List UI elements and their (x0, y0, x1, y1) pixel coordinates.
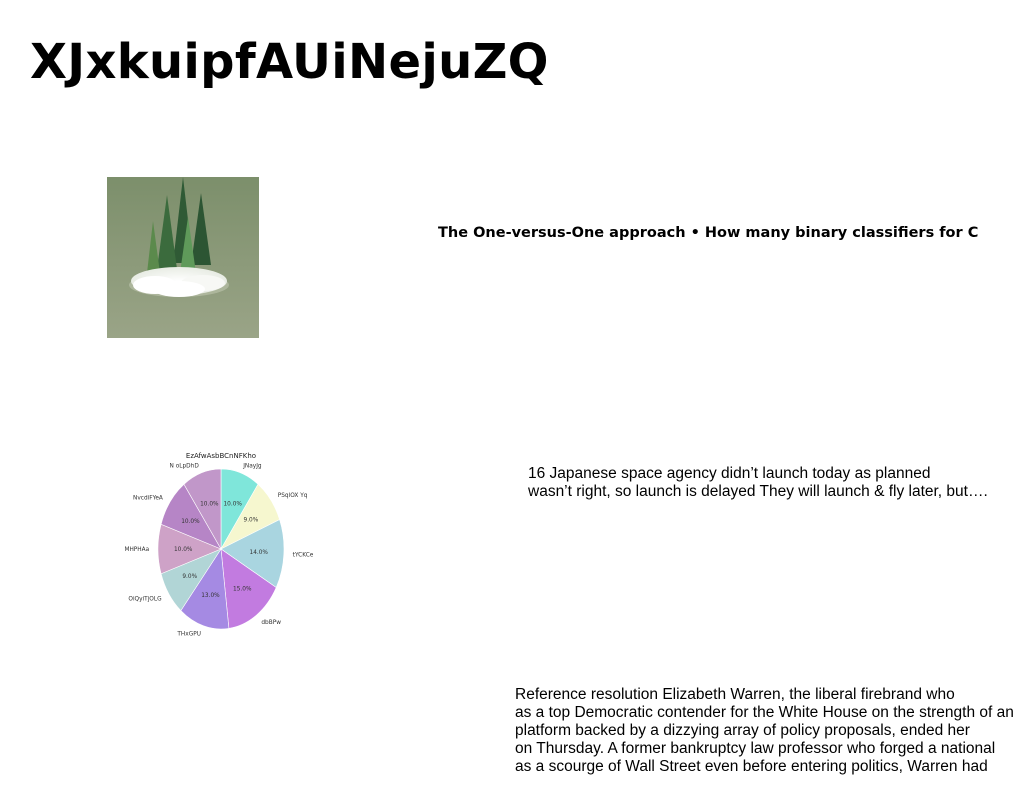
pie-percent-label: 14.0% (250, 550, 269, 556)
snowy-trees-image (107, 177, 259, 338)
paragraph-line: on Thursday. A former bankruptcy law pro… (515, 740, 996, 757)
pie-percent-label: 9.0% (182, 574, 197, 580)
pie-percent-label: 13.0% (201, 593, 220, 599)
pie-category-label: MHPHAa (124, 547, 149, 553)
page-title: XJxkuipfAUiNejuZQ (30, 34, 549, 90)
pie-percent-label: 10.0% (200, 501, 219, 507)
pie-chart: EzAfwAsbBCnNFKho 10.0% JNayJg 9.0% PSqlOX Y… (124, 452, 314, 638)
pie-category-label: N oLpDhD (170, 463, 200, 469)
paragraph-line: wasn’t right, so launch is delayed They … (528, 483, 988, 500)
pie-category-label: PSqlOX Yq (278, 493, 308, 499)
pie-percent-label: 9.0% (244, 518, 259, 524)
pie-category-label: JNayJg (242, 463, 262, 469)
pie-category-label: dbBPw (261, 620, 281, 626)
paragraph-warren: Reference resolution Elizabeth Warren, t… (515, 686, 1014, 776)
pie-percent-label: 10.0% (181, 519, 200, 525)
heading-line: The One-versus-One approach • How many b… (438, 225, 979, 241)
paragraph-line: Reference resolution Elizabeth Warren, t… (515, 686, 955, 703)
paragraph-space-agency: 16 Japanese space agency didn’t launch t… (528, 465, 988, 501)
pie-category-label: OiQyiTjOLG (128, 596, 162, 602)
pie-category-label: NvcdiFYeA (133, 495, 163, 501)
paragraph-line: as a scourge of Wall Street even before … (515, 758, 988, 775)
pie-percent-label: 10.0% (223, 501, 242, 507)
pie-percent-label: 15.0% (233, 587, 252, 593)
chart-title: EzAfwAsbBCnNFKho (186, 452, 256, 460)
pie-percent-label: 10.0% (174, 547, 193, 553)
paragraph-line: as a top Democratic contender for the Wh… (515, 704, 1014, 721)
paragraph-line: 16 Japanese space agency didn’t launch t… (528, 465, 931, 482)
pie-category-label: tYCKCe (293, 553, 314, 559)
pie-category-label: THxGPU (176, 632, 201, 638)
paragraph-line: platform backed by a dizzying array of p… (515, 722, 970, 739)
